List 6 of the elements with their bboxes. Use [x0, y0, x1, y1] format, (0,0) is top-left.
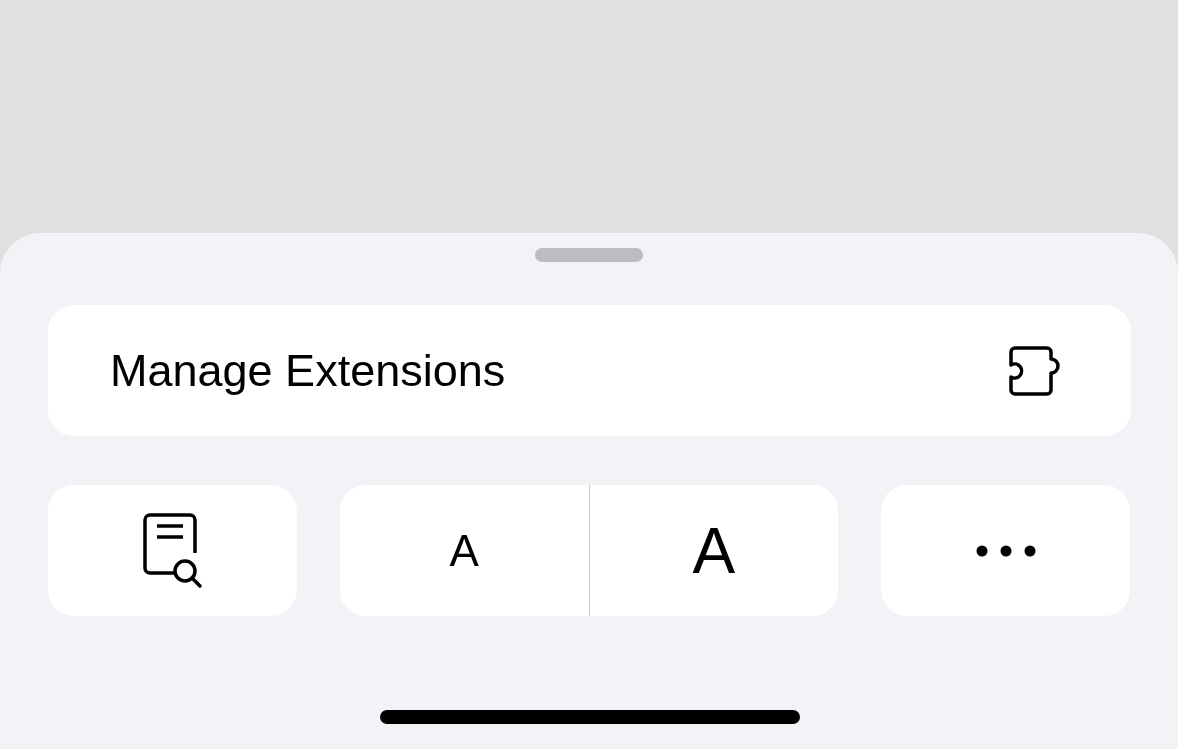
document-search-icon: [141, 512, 204, 589]
sheet-grabber[interactable]: [535, 248, 643, 262]
more-icon: [975, 544, 1036, 557]
reader-button[interactable]: [48, 485, 297, 616]
more-button[interactable]: [881, 485, 1130, 616]
manage-extensions-button[interactable]: Manage Extensions: [48, 305, 1131, 436]
